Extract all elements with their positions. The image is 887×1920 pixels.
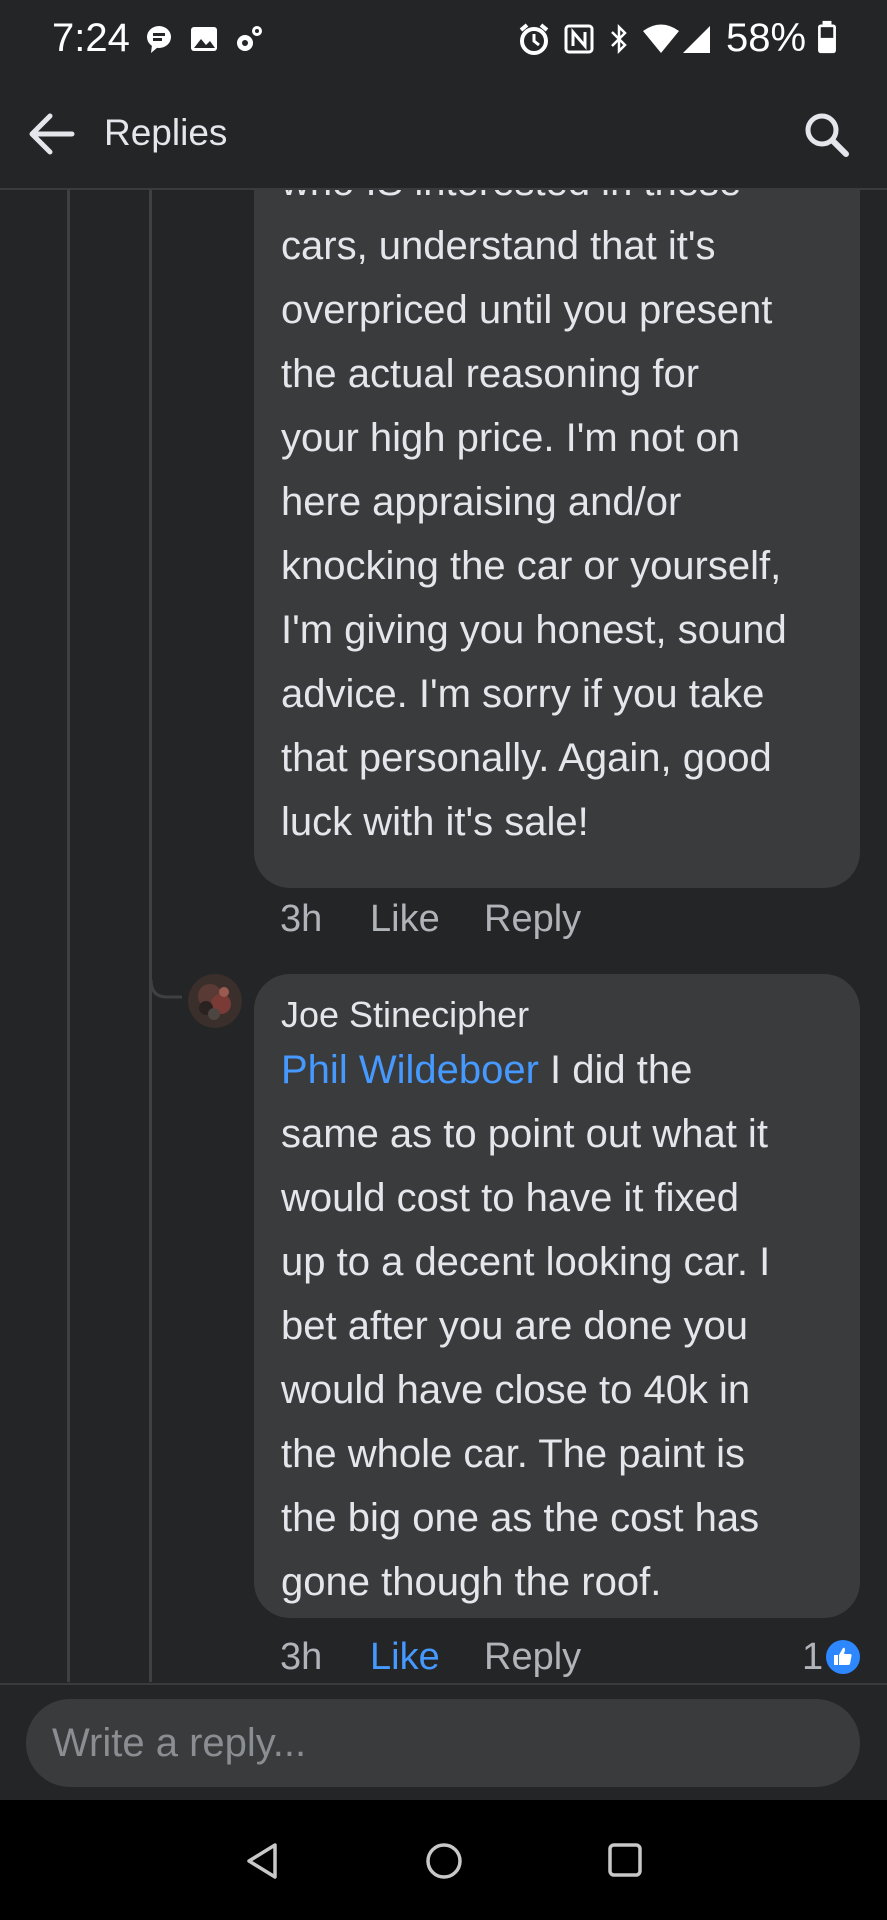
search-icon[interactable] xyxy=(802,110,850,158)
reaction-count[interactable]: 1 xyxy=(802,1636,823,1679)
comment-line: would cost to have it fixed xyxy=(281,1176,740,1220)
avatar[interactable] xyxy=(188,974,242,1028)
comment-line: advice. I'm sorry if you take xyxy=(281,672,765,716)
comment-bubble: Joe Stinecipher Phil Wildeboer I did the… xyxy=(254,974,860,1618)
comment-time: 3h xyxy=(280,898,323,940)
reply-input[interactable] xyxy=(26,1699,860,1787)
like-reaction-icon[interactable] xyxy=(826,1640,860,1674)
reply-button[interactable]: Reply xyxy=(484,898,581,941)
comment-line: the actual reasoning for xyxy=(281,352,700,396)
bluetooth-icon xyxy=(611,23,627,55)
back-nav-icon[interactable] xyxy=(245,1842,279,1880)
replies-thread[interactable]: who IS interested in these cars, underst… xyxy=(0,190,887,1682)
comment-text: who IS interested in these cars, underst… xyxy=(281,190,881,854)
comment-line: luck with it's sale! xyxy=(281,800,589,844)
reply-composer xyxy=(0,1683,887,1800)
page-title: Replies xyxy=(104,112,228,153)
comment-line: same as to point out what it xyxy=(281,1112,768,1156)
thread-connector xyxy=(150,980,182,999)
thread-line-outer xyxy=(67,190,70,1682)
back-arrow-icon[interactable] xyxy=(26,110,76,158)
like-button[interactable]: Like xyxy=(370,898,440,941)
system-nav-bar xyxy=(0,1800,887,1920)
recents-nav-icon[interactable] xyxy=(607,1842,643,1878)
avatar-image xyxy=(188,974,242,1028)
comment-line: I'm giving you honest, sound xyxy=(281,608,787,652)
home-nav-icon[interactable] xyxy=(425,1842,463,1880)
comment-line-rest: I did the xyxy=(538,1048,693,1092)
comment-actions: 3h Like Reply 1 xyxy=(280,1636,860,1682)
status-bar: 7:24 58% xyxy=(0,0,887,80)
comment-line: the big one as the cost has xyxy=(281,1496,760,1540)
comment-line: the whole car. The paint is xyxy=(281,1432,745,1476)
comment-line: Phil Wildeboer I did the xyxy=(281,1038,881,1102)
comment-bubble: who IS interested in these cars, underst… xyxy=(254,190,860,888)
gallery-icon xyxy=(191,27,217,51)
messenger-icon xyxy=(147,26,171,53)
settings-icon xyxy=(237,26,262,51)
comment-time: 3h xyxy=(280,1636,323,1678)
like-button[interactable]: Like xyxy=(370,1636,440,1679)
comment-line: here appraising and/or xyxy=(281,480,682,524)
comment-line: up to a decent looking car. I xyxy=(281,1240,771,1284)
app-header: Replies xyxy=(0,80,887,190)
comment-line: bet after you are done you xyxy=(281,1304,748,1348)
comment-line: who IS interested in these xyxy=(281,190,881,214)
comment-line: cars, understand that it's xyxy=(281,224,716,268)
mention-link[interactable]: Phil Wildeboer xyxy=(281,1048,539,1092)
status-time: 7:24 xyxy=(52,16,130,60)
comment-line: overpriced until you present xyxy=(281,288,773,332)
nfc-icon xyxy=(564,24,594,54)
comment-line: gone though the roof. xyxy=(281,1560,662,1604)
comment-line: your high price. I'm not on xyxy=(281,416,740,460)
comment-line: knocking the car or yourself, xyxy=(281,544,782,588)
comment-line: that personally. Again, good xyxy=(281,736,772,780)
comment-author[interactable]: Joe Stinecipher xyxy=(281,992,881,1038)
battery-icon xyxy=(818,20,836,54)
wifi-icon xyxy=(643,24,679,53)
comment-line: would have close to 40k in xyxy=(281,1368,751,1412)
thread-line-inner xyxy=(149,190,152,1682)
battery-percent: 58% xyxy=(726,16,807,60)
reply-button[interactable]: Reply xyxy=(484,1636,581,1679)
signal-icon xyxy=(683,26,710,53)
alarm-icon xyxy=(519,23,549,55)
comment-content: Joe Stinecipher Phil Wildeboer I did the… xyxy=(281,992,881,1614)
